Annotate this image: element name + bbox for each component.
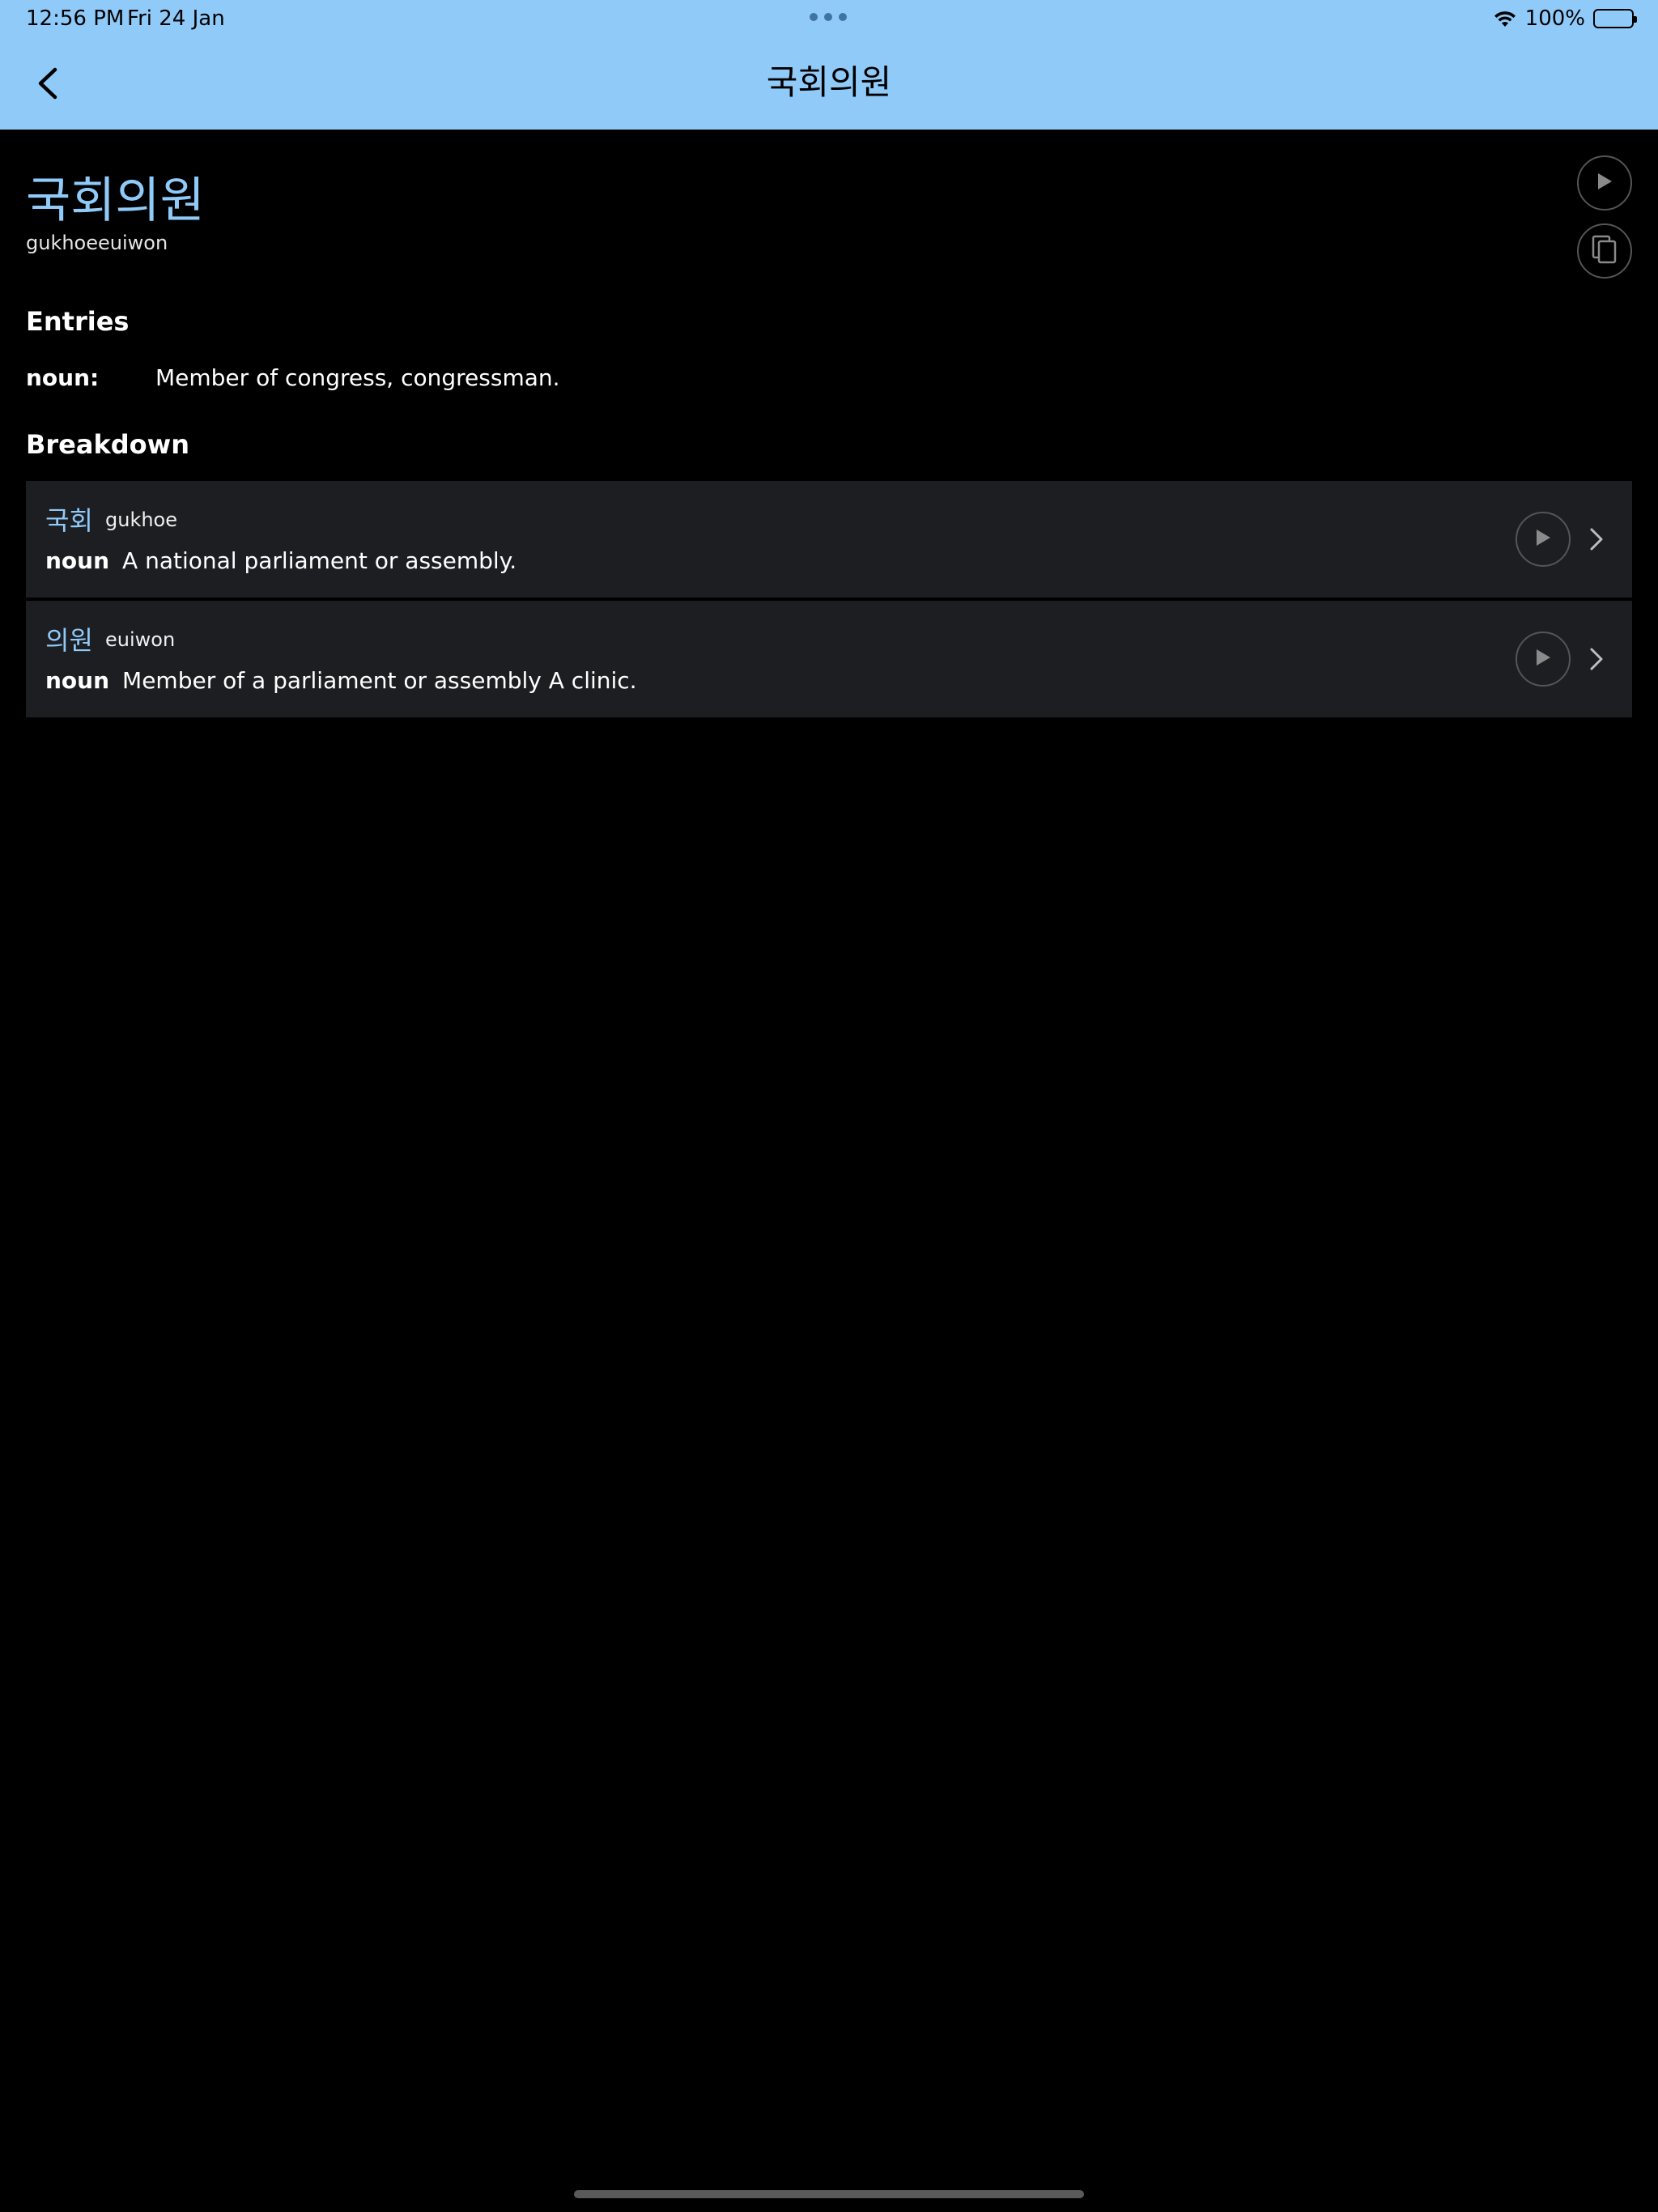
breakdown-list: 국회 gukhoe noun A national parliament or a… [26, 481, 1632, 721]
chevron-right-icon[interactable] [1584, 641, 1609, 677]
app-header: 12:56 PM Fri 24 Jan 100% 국회의원 [0, 0, 1658, 130]
breakdown-pos: noun [45, 547, 110, 574]
status-date: Fri 24 Jan [127, 6, 225, 31]
entry-row: noun: Member of congress, congressman. [26, 364, 560, 391]
breakdown-definition-row: noun Member of a parliament or assembly A… [45, 667, 637, 694]
copy-button[interactable] [1577, 223, 1632, 279]
entry-pos: noun: [26, 364, 100, 391]
breakdown-play-button[interactable] [1516, 512, 1571, 567]
breakdown-item[interactable]: 국회 gukhoe noun A national parliament or a… [26, 481, 1632, 598]
breakdown-romanization: euiwon [105, 628, 176, 651]
play-audio-button[interactable] [1577, 155, 1632, 211]
play-icon [1596, 172, 1613, 194]
entry-definition: Member of congress, congressman. [155, 364, 560, 391]
breakdown-play-button[interactable] [1516, 632, 1571, 687]
page-title: 국회의원 [766, 62, 892, 102]
multitasking-dots-icon[interactable] [810, 13, 847, 21]
word-korean: 국회의원 [26, 172, 205, 229]
breakdown-korean: 국회 [45, 505, 93, 536]
home-indicator[interactable] [574, 2190, 1084, 2198]
breakdown-heading: Breakdown [26, 429, 189, 460]
battery-icon [1593, 9, 1637, 28]
battery-percentage: 100% [1524, 6, 1585, 31]
breakdown-definition: Member of a parliament or assembly A cli… [122, 667, 637, 694]
play-icon [1534, 648, 1552, 670]
copy-icon [1591, 234, 1618, 268]
wifi-icon [1493, 9, 1517, 28]
entries-heading: Entries [26, 306, 130, 337]
status-right: 100% [1493, 6, 1637, 31]
status-time: 12:56 PM [26, 6, 125, 31]
play-icon [1534, 528, 1552, 551]
breakdown-pos: noun [45, 667, 110, 694]
breakdown-definition: A national parliament or assembly. [122, 547, 517, 574]
chevron-right-icon[interactable] [1584, 521, 1609, 557]
breakdown-romanization: gukhoe [105, 508, 178, 531]
word-romanization: gukhoeeuiwon [26, 232, 168, 254]
breakdown-definition-row: noun A national parliament or assembly. [45, 547, 517, 574]
breakdown-korean: 의원 [45, 625, 93, 656]
breakdown-item[interactable]: 의원 euiwon noun Member of a parliament or … [26, 601, 1632, 717]
